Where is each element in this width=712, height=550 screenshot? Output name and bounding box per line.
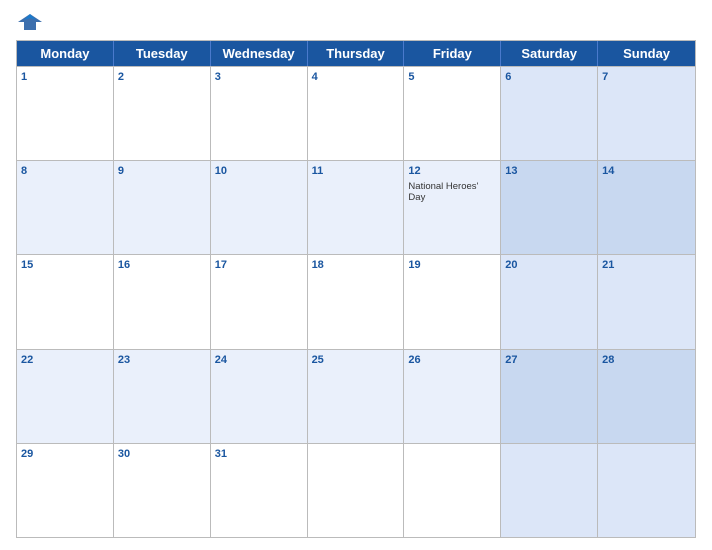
calendar-cell: 15 [17, 255, 114, 348]
calendar: MondayTuesdayWednesdayThursdayFridaySatu… [16, 40, 696, 538]
calendar-cell [308, 444, 405, 537]
cell-date-number: 27 [505, 353, 593, 367]
cell-date-number: 10 [215, 164, 303, 178]
cell-date-number: 18 [312, 258, 400, 272]
cell-date-number: 19 [408, 258, 496, 272]
cell-date-number: 3 [215, 70, 303, 84]
calendar-cell [501, 444, 598, 537]
calendar-cell: 12 National Heroes' Day [404, 161, 501, 254]
calendar-cell: 28 [598, 350, 695, 443]
cell-date-number: 28 [602, 353, 691, 367]
calendar-cell: 4 [308, 67, 405, 160]
cell-date-number: 14 [602, 164, 691, 178]
logo [16, 12, 48, 34]
calendar-cell [598, 444, 695, 537]
calendar-cell: 2 [114, 67, 211, 160]
calendar-cell: 18 [308, 255, 405, 348]
calendar-cell: 24 [211, 350, 308, 443]
cal-header-saturday: Saturday [501, 41, 598, 66]
calendar-cell: 9 [114, 161, 211, 254]
cell-date-number: 22 [21, 353, 109, 367]
calendar-body: 123456789101112National Heroes' Day13141… [17, 66, 695, 537]
cell-event: National Heroes' Day [408, 181, 496, 204]
cal-header-tuesday: Tuesday [114, 41, 211, 66]
cell-date-number: 12 [408, 164, 496, 178]
calendar-row: 1234567 [17, 66, 695, 160]
cell-date-number: 23 [118, 353, 206, 367]
logo-bird-icon [16, 12, 44, 34]
calendar-cell: 7 [598, 67, 695, 160]
calendar-cell: 22 [17, 350, 114, 443]
calendar-row: 15 16 17 18 19 20 21 [17, 254, 695, 348]
cell-date-number: 21 [602, 258, 691, 272]
calendar-cell: 27 [501, 350, 598, 443]
calendar-cell: 29 [17, 444, 114, 537]
cell-date-number: 16 [118, 258, 206, 272]
calendar-cell: 5 [404, 67, 501, 160]
calendar-cell: 19 [404, 255, 501, 348]
cell-date-number: 11 [312, 164, 400, 178]
calendar-cell: 16 [114, 255, 211, 348]
cell-date-number: 8 [21, 164, 109, 178]
cell-date-number: 9 [118, 164, 206, 178]
header [16, 12, 696, 34]
cal-header-sunday: Sunday [598, 41, 695, 66]
cal-header-friday: Friday [404, 41, 501, 66]
calendar-cell: 8 [17, 161, 114, 254]
cal-header-thursday: Thursday [308, 41, 405, 66]
calendar-row: 29 30 31 [17, 443, 695, 537]
calendar-cell: 31 [211, 444, 308, 537]
calendar-cell: 20 [501, 255, 598, 348]
cell-date-number: 20 [505, 258, 593, 272]
cell-date-number: 26 [408, 353, 496, 367]
calendar-cell: 26 [404, 350, 501, 443]
cell-date-number: 6 [505, 70, 593, 84]
cell-date-number: 29 [21, 447, 109, 461]
calendar-cell: 10 [211, 161, 308, 254]
cell-date-number: 5 [408, 70, 496, 84]
calendar-cell: 25 [308, 350, 405, 443]
calendar-cell: 6 [501, 67, 598, 160]
cell-date-number: 4 [312, 70, 400, 84]
calendar-cell: 23 [114, 350, 211, 443]
page: MondayTuesdayWednesdayThursdayFridaySatu… [0, 0, 712, 550]
calendar-cell: 14 [598, 161, 695, 254]
cell-date-number: 7 [602, 70, 691, 84]
cal-header-monday: Monday [17, 41, 114, 66]
calendar-cell: 11 [308, 161, 405, 254]
cell-date-number: 1 [21, 70, 109, 84]
calendar-row: 22 23 24 25 26 27 28 [17, 349, 695, 443]
cell-date-number: 31 [215, 447, 303, 461]
calendar-row: 89 10 11 12 National Heroes' Day 13 14 [17, 160, 695, 254]
cell-date-number: 13 [505, 164, 593, 178]
calendar-cell: 3 [211, 67, 308, 160]
cal-header-wednesday: Wednesday [211, 41, 308, 66]
calendar-cell: 1 [17, 67, 114, 160]
cell-date-number: 24 [215, 353, 303, 367]
cell-date-number: 30 [118, 447, 206, 461]
calendar-cell [404, 444, 501, 537]
calendar-cell: 30 [114, 444, 211, 537]
cell-date-number: 15 [21, 258, 109, 272]
calendar-cell: 21 [598, 255, 695, 348]
calendar-cell: 17 [211, 255, 308, 348]
calendar-cell: 13 [501, 161, 598, 254]
cell-date-number: 2 [118, 70, 206, 84]
cell-date-number: 17 [215, 258, 303, 272]
calendar-header: MondayTuesdayWednesdayThursdayFridaySatu… [17, 41, 695, 66]
cell-date-number: 25 [312, 353, 400, 367]
